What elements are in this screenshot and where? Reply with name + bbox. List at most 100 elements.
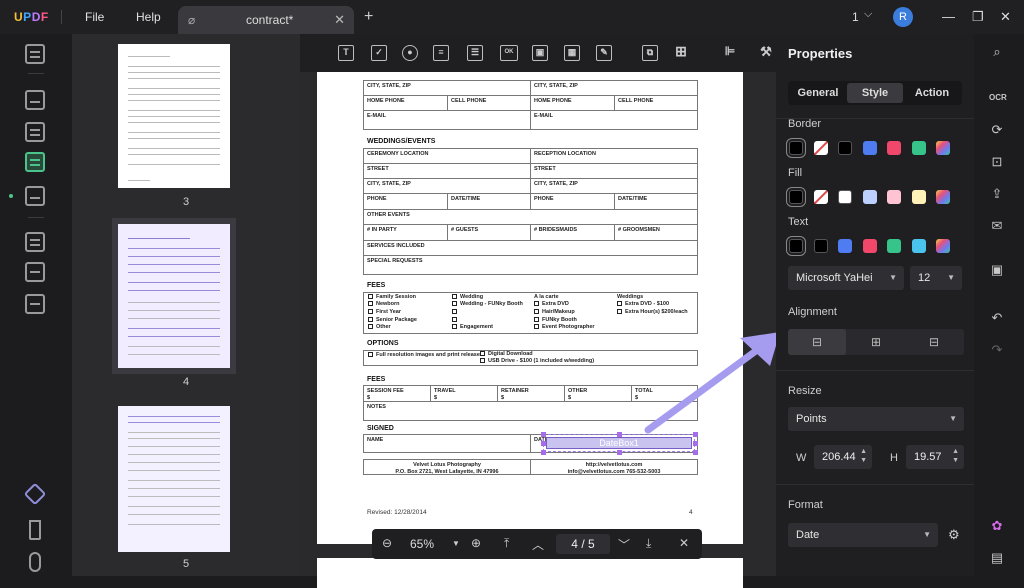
date-field-icon[interactable]: ▦ [564,45,580,61]
color-swatch[interactable] [936,141,950,155]
font-family-select[interactable]: Microsoft YaHei ▼ [788,266,904,290]
restore-button[interactable]: ❐ [972,9,984,25]
email-icon[interactable]: ✉ [989,218,1005,234]
button-field-icon[interactable]: OK [500,45,518,61]
color-swatch[interactable] [887,239,901,253]
close-window-button[interactable]: ✕ [1000,9,1011,25]
width-input[interactable]: 206.44 ▲ ▼ [814,445,872,469]
organize-pages-icon[interactable] [25,232,45,252]
resize-handle[interactable] [541,432,546,437]
color-swatch[interactable] [813,239,828,253]
reader-icon[interactable] [25,44,45,64]
thumbnail-page-4[interactable] [112,218,236,374]
chat-icon[interactable]: ▤ [989,550,1005,566]
unit-select[interactable]: Points ▼ [788,407,964,431]
align-icon[interactable]: ⊫ [722,45,738,61]
menu-file[interactable]: File [85,10,104,24]
tab-style[interactable]: Style [847,83,903,103]
format-select[interactable]: Date ▼ [788,523,938,547]
resize-handle[interactable] [617,432,622,437]
edit-pdf-icon[interactable] [25,122,45,142]
resize-handle[interactable] [617,450,622,455]
resize-handle[interactable] [541,450,546,455]
comment-icon[interactable] [25,90,45,110]
resize-handle[interactable] [541,441,546,446]
attachment-icon[interactable] [29,552,41,572]
format-settings-icon[interactable]: ⚙ [948,527,960,543]
undo-icon[interactable]: ↶ [989,310,1005,326]
radio-button-icon[interactable]: ● [402,45,418,61]
page-indicator[interactable]: 4 / 5 [556,534,610,554]
color-swatch[interactable] [936,239,950,253]
pages-icon[interactable] [25,262,45,282]
color-swatch[interactable] [862,190,877,204]
layers-icon[interactable] [23,482,47,506]
fill-sign-icon[interactable] [25,186,45,206]
close-tab-button[interactable]: ✕ [334,12,345,28]
tab-general[interactable]: General [790,83,846,103]
color-swatch[interactable] [838,239,852,253]
list-box-icon[interactable]: ☰ [467,45,483,61]
zoom-level[interactable]: 65% [410,537,434,551]
resize-handle[interactable] [693,432,698,437]
resize-handle[interactable] [693,441,698,446]
menu-help[interactable]: Help [136,10,161,24]
align-left-icon[interactable]: ⊟ [788,329,846,355]
color-swatch[interactable] [887,141,901,155]
wrench-icon[interactable]: ⚒ [758,45,774,61]
convert-icon[interactable]: ⟳ [989,122,1005,138]
new-tab-button[interactable]: + [364,8,373,26]
color-swatch[interactable] [838,141,852,155]
dropdown-icon[interactable]: ≡ [433,45,449,61]
first-page-icon[interactable]: ⤒ [504,536,509,551]
resize-handle[interactable] [693,450,698,455]
tools-icon[interactable] [25,294,45,314]
align-right-icon[interactable]: ⊟ [905,329,963,355]
color-swatch[interactable] [936,190,950,204]
prepare-form-icon[interactable] [25,152,45,172]
tab-action[interactable]: Action [904,83,960,103]
color-swatch[interactable] [911,141,926,155]
color-swatch[interactable] [911,239,926,253]
font-size-select[interactable]: 12 ▼ [910,266,962,290]
color-swatch[interactable] [786,236,806,256]
close-nav-icon[interactable]: ✕ [679,536,689,550]
bookmark-icon[interactable] [29,520,41,540]
thumbnail-page-5[interactable] [118,406,230,552]
color-swatch[interactable] [786,187,806,207]
color-swatch[interactable] [887,190,901,204]
thumbnail-page-3[interactable] [118,44,230,188]
height-input[interactable]: 19.57 ▲ ▼ [906,445,964,469]
color-swatch[interactable] [838,190,852,204]
grid-icon[interactable]: ⊞ [673,44,689,61]
chevron-down-icon[interactable]: ⌵ [864,8,872,21]
redo-icon[interactable]: ↷ [989,342,1005,358]
field-recognition-icon[interactable]: ⧉ [642,45,658,61]
minimize-button[interactable]: — [942,9,955,24]
color-swatch[interactable] [786,138,806,158]
save-icon[interactable]: ▣ [989,262,1005,278]
zoom-dropdown-icon[interactable]: ▼ [452,539,460,548]
ocr-icon[interactable]: OCR [989,90,1007,106]
image-field-icon[interactable]: ▣ [532,45,548,61]
share-icon[interactable]: ⇪ [989,186,1005,202]
ai-assistant-icon[interactable]: ✿ [989,518,1005,534]
next-page-icon[interactable]: ﹀ [618,536,630,553]
color-swatch[interactable] [813,141,828,155]
zoom-out-icon[interactable]: ⊖ [382,536,392,550]
color-swatch[interactable] [862,141,877,155]
avatar[interactable]: R [893,7,913,27]
checkbox-icon[interactable]: ✓ [371,45,387,61]
signature-field-icon[interactable]: ✎ [596,45,612,61]
window-count[interactable]: 1 [852,10,859,24]
zoom-in-icon[interactable]: ⊕ [471,536,481,550]
last-page-icon[interactable]: ⤓ [646,536,651,551]
align-center-icon[interactable]: ⊞ [847,329,905,355]
text-field-icon[interactable]: T [338,45,354,61]
color-swatch[interactable] [813,190,828,204]
color-swatch[interactable] [911,190,926,204]
search-icon[interactable]: ⌕ [989,44,1005,60]
prev-page-icon[interactable]: ︿ [532,536,544,553]
protect-icon[interactable]: ⊡ [989,154,1005,170]
date-field[interactable]: DateBox1 [546,437,692,449]
